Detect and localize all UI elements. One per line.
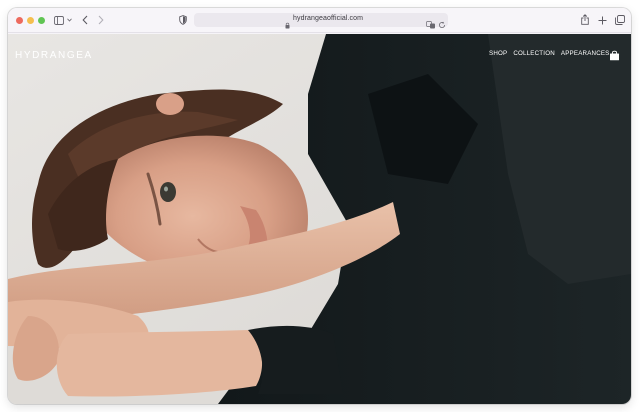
hero-photo: [8, 34, 631, 404]
back-icon[interactable]: [82, 15, 88, 25]
web-page: HYDRANGEA SHOP COLLECTION APPEARANCES: [8, 34, 631, 404]
nav-collection[interactable]: COLLECTION: [513, 50, 555, 57]
browser-toolbar: hydrangeaofficial.com: [8, 8, 631, 33]
url-text[interactable]: hydrangeaofficial.com: [293, 15, 363, 22]
chevron-down-icon[interactable]: [67, 18, 72, 22]
address-bar[interactable]: hydrangeaofficial.com: [194, 13, 448, 29]
reload-icon[interactable]: [438, 16, 446, 34]
share-icon[interactable]: [581, 14, 589, 25]
forward-icon[interactable]: [98, 15, 104, 25]
shopping-bag-icon[interactable]: [609, 48, 620, 66]
browser-window: hydrangeaofficial.com HYDRANGEA SHOP COL…: [8, 8, 631, 404]
main-nav: SHOP COLLECTION APPEARANCES: [489, 50, 610, 57]
window-controls: [16, 17, 45, 24]
lock-icon: [285, 16, 290, 34]
zoom-window-button[interactable]: [38, 17, 45, 24]
tabs-icon[interactable]: [615, 15, 625, 25]
minimize-window-button[interactable]: [27, 17, 34, 24]
new-tab-icon[interactable]: [598, 16, 607, 25]
brand-logo[interactable]: HYDRANGEA: [15, 50, 93, 61]
translate-icon[interactable]: [426, 16, 436, 34]
close-window-button[interactable]: [16, 17, 23, 24]
sidebar-icon[interactable]: [54, 16, 64, 25]
nav-appearances[interactable]: APPEARANCES: [561, 50, 610, 57]
shield-icon[interactable]: [179, 15, 187, 25]
nav-shop[interactable]: SHOP: [489, 50, 507, 57]
